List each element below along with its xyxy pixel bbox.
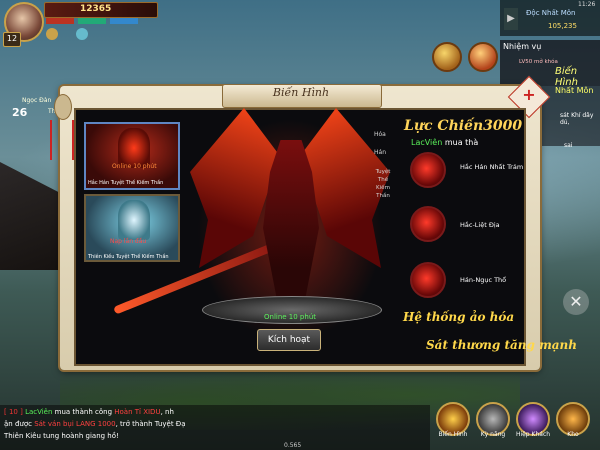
gem-icon bbox=[76, 28, 88, 40]
ribbon-decoration bbox=[50, 120, 74, 160]
card-1-name: Hắc Hán Tuyệt Thế Kiếm Thần bbox=[88, 180, 164, 186]
hp-bar bbox=[46, 18, 74, 24]
feature-2: Sát thương tăng mạnh bbox=[426, 338, 577, 352]
bottom-coord: 0.565 bbox=[284, 442, 302, 449]
mp-bar bbox=[78, 18, 106, 24]
chat-text: mua thành công bbox=[52, 408, 115, 416]
clock: 11:26 bbox=[578, 1, 596, 8]
skill-2-name: Hắc-Liệt Địa bbox=[460, 221, 500, 229]
fire-slash-icon[interactable] bbox=[410, 152, 446, 188]
chat-line-2: ận được Sát ván bụi LANG 1000, trở thành… bbox=[4, 420, 186, 429]
bag-menu-label: Kho bbox=[567, 431, 579, 438]
skill-3-name: Hán-Ngục Thổ bbox=[460, 276, 507, 284]
feature-1: Hệ thống ảo hóa bbox=[403, 310, 515, 324]
card-2-figure bbox=[118, 200, 150, 240]
power-label: Lực Chiến3000 bbox=[404, 118, 522, 134]
gold-icon bbox=[46, 28, 58, 40]
map-number: 26 bbox=[12, 106, 28, 119]
chat-tag: [ 10 ] bbox=[4, 408, 23, 416]
skill-1-name: Hắc Hán Nhất Trảm bbox=[460, 163, 524, 171]
activate-button[interactable]: Kích hoạt bbox=[257, 329, 321, 351]
power-label-text: Lực Chiến bbox=[404, 118, 484, 134]
scroll-end-decoration bbox=[54, 94, 72, 120]
card-2-name: Thiên Kiều Tuyệt Thế Kiếm Thần bbox=[88, 254, 169, 260]
fire-rune-icon[interactable] bbox=[410, 262, 446, 298]
owner-name: LacViên bbox=[411, 138, 443, 147]
chat-player-name[interactable]: LacViên bbox=[25, 408, 52, 416]
hero-menu-label: Hiệp Khách bbox=[515, 431, 551, 438]
power-value: 3000 bbox=[483, 118, 523, 134]
card-1-figure bbox=[118, 128, 150, 168]
transform-menu-label: Biến Hình bbox=[438, 431, 468, 438]
close-icon[interactable]: + bbox=[518, 85, 540, 104]
map-coordinates: 105,235 bbox=[548, 22, 577, 30]
vertical-title: Tuyệt Thế Kiếm Thần bbox=[375, 169, 391, 199]
card-1-requirement: Online 10 phút bbox=[112, 163, 157, 170]
collapse-arrow-icon[interactable]: ▶ bbox=[504, 8, 518, 30]
side-quest-name: Nhất Môn bbox=[555, 86, 594, 95]
dialog-title: Biến Hình bbox=[272, 86, 330, 99]
player-level-badge: 12 bbox=[3, 32, 21, 47]
chat-text-2: ận được bbox=[4, 420, 35, 428]
resource-bar bbox=[110, 18, 138, 24]
quest-tab[interactable]: Nhiệm vụ bbox=[503, 42, 541, 51]
chat-line-3: Thiên Kiêu tung hoành giang hồ! bbox=[4, 432, 119, 440]
quest-unlock-hint: LV50 mở khóa bbox=[519, 59, 558, 65]
chat-text-2-end: , trở thành Tuyệt Đạ bbox=[115, 420, 186, 428]
map-label: Ngọc Đàn bbox=[22, 97, 52, 104]
quest-unlock-title: Biến Hình bbox=[555, 66, 578, 88]
combat-power-value: 12365 bbox=[80, 4, 112, 14]
fire-vortex-icon[interactable] bbox=[410, 206, 446, 242]
side-close-icon[interactable]: ✕ bbox=[563, 289, 589, 315]
event-icon[interactable] bbox=[432, 42, 462, 72]
chat-item-2[interactable]: Sát ván bụi LANG 1000 bbox=[34, 420, 115, 428]
card-2-requirement: Nạp lần đầu bbox=[110, 238, 147, 245]
chat-line-1: [ 10 ] LacViên mua thành công Hoàn Tỉ XI… bbox=[4, 408, 174, 417]
server-name: Độc Nhất Môn bbox=[526, 9, 576, 17]
skills-menu-label: Kỳ năng bbox=[480, 431, 506, 438]
side-tab-hoa[interactable]: Hóa bbox=[374, 131, 386, 138]
side-tab-han[interactable]: Hán bbox=[374, 149, 386, 156]
chat-text-end: , nh bbox=[160, 408, 174, 416]
owner-line: LacViên mua thà bbox=[411, 138, 478, 147]
side-quest-text: sát Khí dây dủ, bbox=[560, 112, 594, 126]
side-quest-text-2: sai bbox=[564, 142, 573, 149]
owner-suffix: mua thà bbox=[442, 138, 479, 147]
reward-icon[interactable] bbox=[468, 42, 498, 72]
unlock-requirement: Online 10 phút bbox=[264, 313, 316, 321]
chat-item[interactable]: Hoàn Tỉ XIDU bbox=[114, 408, 160, 416]
